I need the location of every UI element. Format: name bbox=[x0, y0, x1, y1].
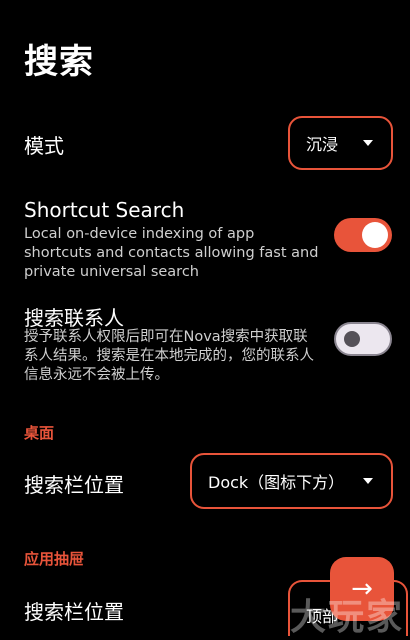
chevron-down-icon bbox=[363, 478, 373, 484]
shortcut-search-description: Local on-device indexing of app shortcut… bbox=[24, 226, 319, 280]
shortcut-search-title: Shortcut Search bbox=[24, 198, 185, 222]
search-contacts-toggle[interactable] bbox=[334, 322, 392, 356]
mode-dropdown[interactable]: 沉浸 bbox=[288, 116, 393, 170]
drawer-bar-position-label: 搜索栏位置 bbox=[24, 600, 124, 624]
search-contacts-description: 授予联系人权限后即可在Nova搜索中获取联系人结果。搜索是在本地完成的，您的联系… bbox=[24, 329, 314, 383]
mode-label: 模式 bbox=[24, 134, 64, 158]
section-header-desktop: 桌面 bbox=[24, 424, 55, 442]
search-contacts-title: 搜索联系人 bbox=[24, 306, 124, 330]
desktop-bar-position-value: Dock（图标下方） bbox=[208, 473, 345, 492]
desktop-bar-position-label: 搜索栏位置 bbox=[24, 473, 124, 497]
chevron-down-icon bbox=[363, 140, 373, 146]
mode-value: 沉浸 bbox=[306, 135, 339, 154]
shortcut-search-toggle[interactable] bbox=[334, 218, 392, 252]
desktop-bar-position-dropdown[interactable]: Dock（图标下方） bbox=[190, 453, 393, 509]
watermark: 大玩家 bbox=[290, 597, 405, 638]
page-title: 搜索 bbox=[24, 42, 94, 82]
toggle-knob bbox=[362, 222, 388, 248]
section-header-app-drawer: 应用抽屉 bbox=[24, 550, 85, 568]
toggle-knob bbox=[344, 331, 360, 347]
